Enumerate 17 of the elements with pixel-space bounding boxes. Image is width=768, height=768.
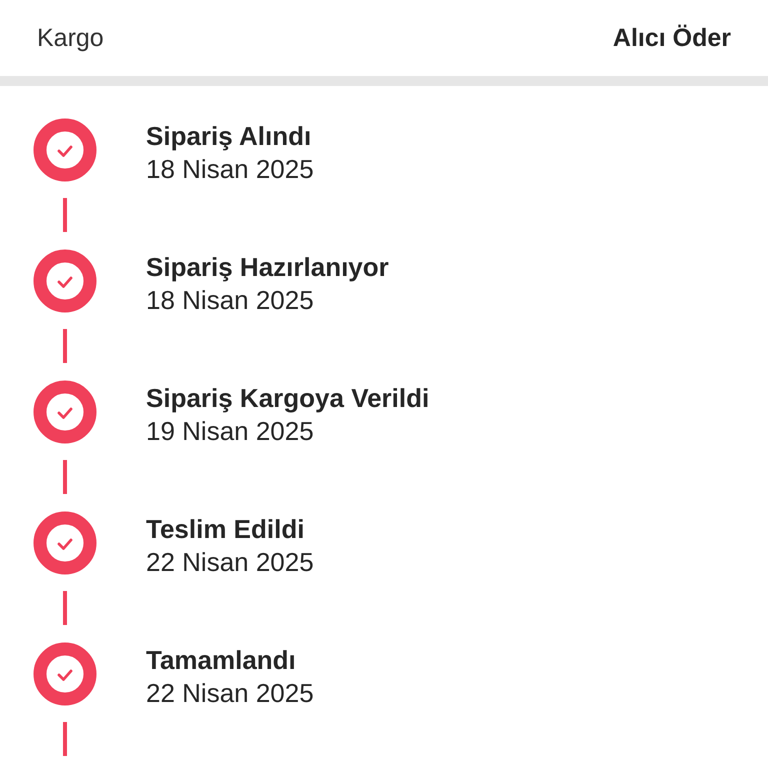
timeline-connector — [63, 591, 67, 625]
shipping-payer: Alıcı Öder — [612, 24, 731, 52]
step-title: Sipariş Hazırlanıyor — [146, 251, 389, 283]
step-title: Sipariş Alındı — [146, 120, 312, 152]
step-title: Teslim Edildi — [146, 513, 306, 545]
timeline-connector — [63, 198, 67, 232]
shipping-label: Kargo — [37, 24, 104, 52]
timeline-connector — [63, 460, 67, 494]
timeline-connector — [63, 329, 67, 363]
step-title: Sipariş Kargoya Verildi — [146, 382, 430, 414]
step-date: 22 Nisan 2025 — [146, 546, 314, 579]
step-date: 18 Nisan 2025 — [146, 284, 315, 317]
timeline-connector — [63, 722, 67, 756]
step-date: 19 Nisan 2025 — [146, 415, 315, 448]
step-title: Tamamlandı — [146, 644, 297, 676]
step-date: 18 Nisan 2025 — [146, 153, 314, 186]
step-date: 22 Nisan 2025 — [146, 677, 314, 710]
